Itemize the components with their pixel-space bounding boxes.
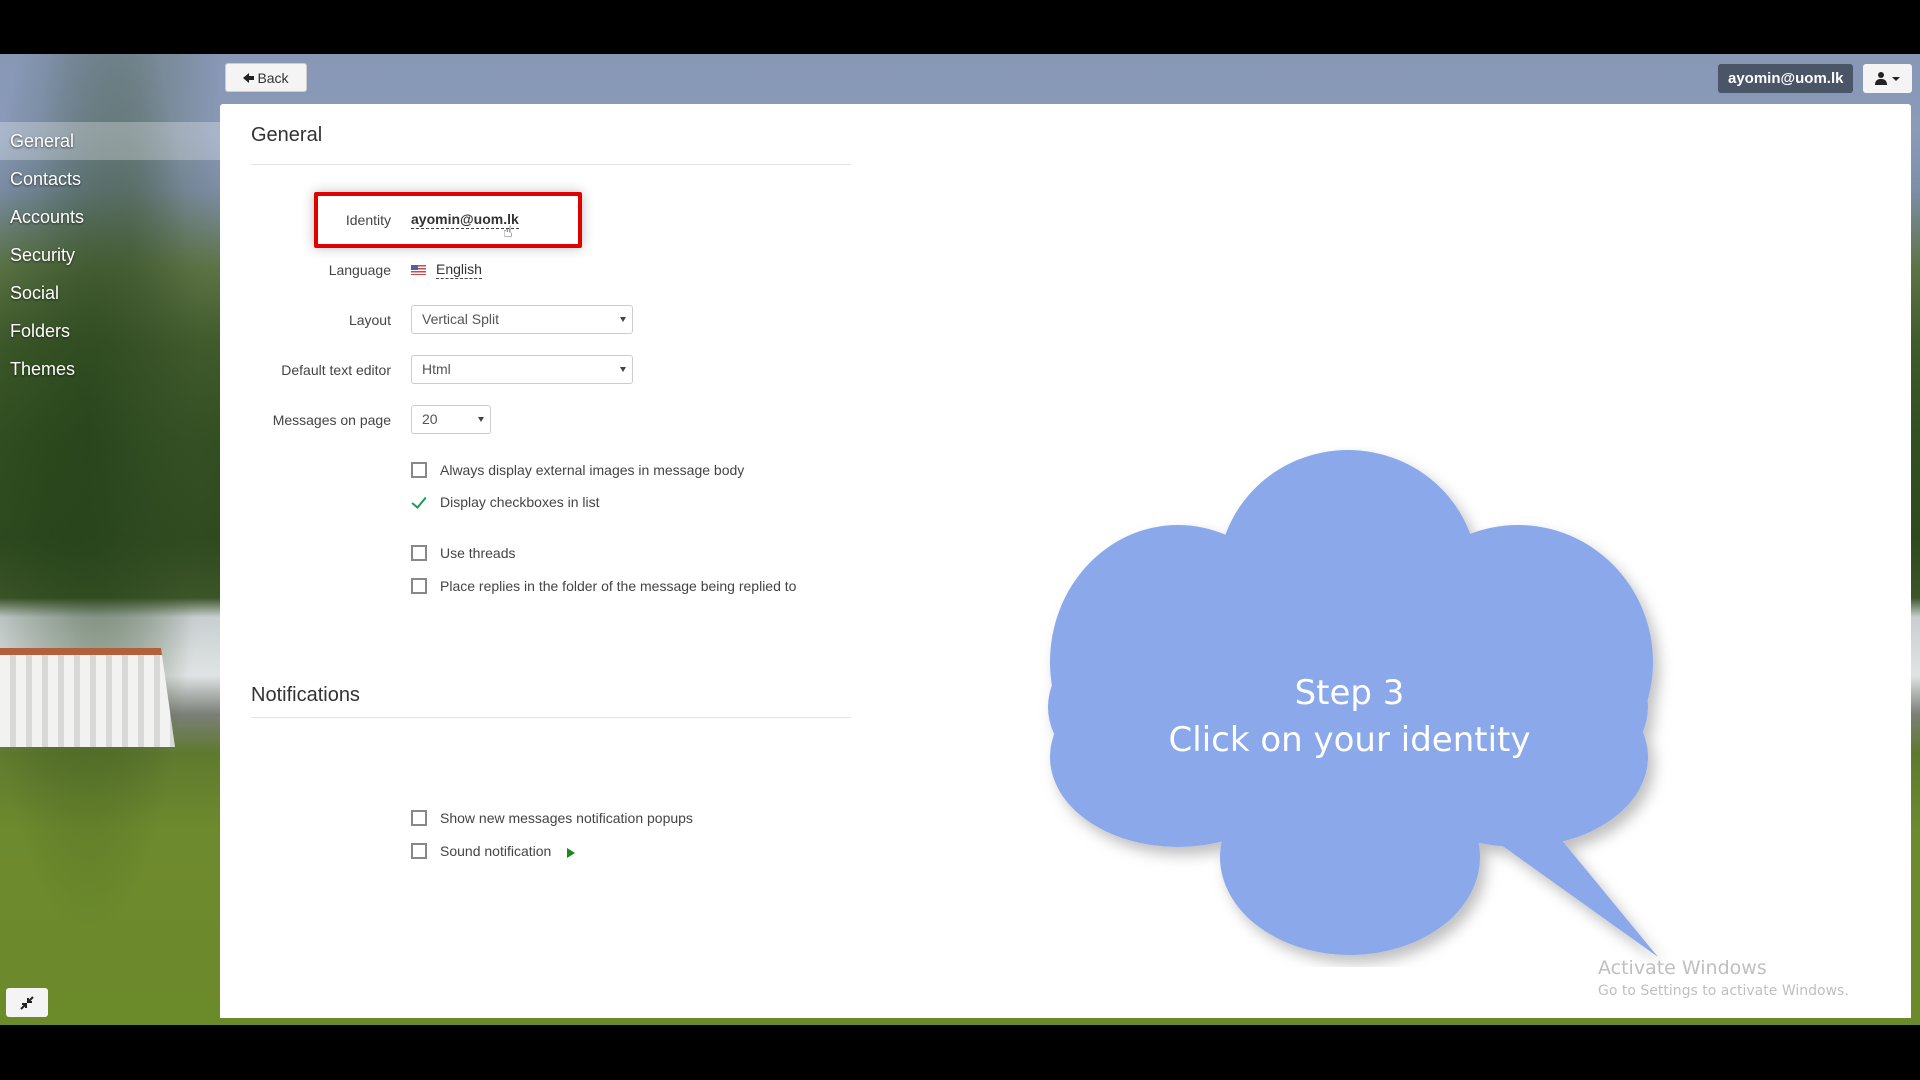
- checkmark-icon[interactable]: [411, 494, 427, 510]
- hand-cursor-icon: ☝: [503, 224, 513, 241]
- notifications-section-title: Notifications: [251, 684, 360, 706]
- option-label: Always display external images in messag…: [440, 462, 745, 478]
- sidebar-item-themes[interactable]: Themes: [0, 350, 220, 388]
- sidebar-item-contacts[interactable]: Contacts: [0, 160, 220, 198]
- sidebar-item-folders[interactable]: Folders: [0, 312, 220, 350]
- user-email-badge[interactable]: ayomin@uom.lk: [1718, 64, 1854, 93]
- messages-per-page-select[interactable]: 20: [411, 405, 491, 434]
- sidebar-item-general[interactable]: General: [0, 122, 220, 160]
- messages-per-page-label: Messages on page: [272, 412, 391, 428]
- tutorial-callout: Step 3 Click on your identity: [1038, 447, 1698, 967]
- collapse-arrows-icon: [20, 995, 34, 1010]
- windows-activation-watermark: Activate Windows Go to Settings to activ…: [1598, 957, 1849, 999]
- background-roof: [0, 648, 175, 747]
- checkbox-unchecked[interactable]: [411, 843, 427, 859]
- dropdown-caret-icon: [620, 367, 626, 372]
- back-button[interactable]: Back: [225, 63, 307, 92]
- arrow-left-icon: [243, 72, 255, 83]
- sidebar-item-social[interactable]: Social: [0, 274, 220, 312]
- sidebar-item-security[interactable]: Security: [0, 236, 220, 274]
- layout-label: Layout: [348, 312, 391, 328]
- option-display-checkboxes[interactable]: Display checkboxes in list: [411, 494, 600, 510]
- option-sound-notification[interactable]: Sound notification: [411, 843, 576, 859]
- option-label: Use threads: [440, 545, 516, 561]
- option-external-images[interactable]: Always display external images in messag…: [411, 462, 744, 478]
- language-selector[interactable]: English: [411, 261, 482, 279]
- checkbox-unchecked[interactable]: [411, 545, 427, 561]
- dropdown-caret-icon: [478, 417, 484, 422]
- app-viewport: General Contacts Accounts Security Socia…: [0, 54, 1920, 1025]
- user-icon: [1875, 72, 1887, 85]
- option-notification-popups[interactable]: Show new messages notification popups: [411, 810, 693, 826]
- checkbox-unchecked[interactable]: [411, 462, 427, 478]
- callout-instruction: Click on your identity: [1168, 720, 1531, 760]
- messages-per-page-value: 20: [422, 411, 438, 427]
- option-label: Display checkboxes in list: [440, 494, 600, 510]
- settings-sidebar: General Contacts Accounts Security Socia…: [0, 122, 220, 388]
- language-label: Language: [328, 262, 391, 278]
- identity-label: Identity: [345, 212, 391, 228]
- option-label: Show new messages notification popups: [440, 810, 693, 826]
- callout-step: Step 3: [1294, 673, 1405, 713]
- watermark-title: Activate Windows: [1598, 957, 1767, 979]
- checkbox-unchecked[interactable]: [411, 810, 427, 826]
- layout-select[interactable]: Vertical Split: [411, 305, 633, 334]
- collapse-button[interactable]: [6, 988, 48, 1017]
- watermark-subtitle: Go to Settings to activate Windows.: [1598, 983, 1849, 999]
- option-label: Sound notification: [440, 843, 552, 859]
- sidebar-item-accounts[interactable]: Accounts: [0, 198, 220, 236]
- language-link[interactable]: English: [436, 261, 482, 279]
- back-button-label: Back: [257, 69, 289, 86]
- editor-select-value: Html: [422, 361, 451, 377]
- editor-select[interactable]: Html: [411, 355, 633, 384]
- user-menu-button[interactable]: [1863, 64, 1912, 93]
- checkbox-unchecked[interactable]: [411, 578, 427, 594]
- play-sound-icon[interactable]: [567, 848, 576, 858]
- general-section-divider: [251, 164, 851, 165]
- option-place-replies[interactable]: Place replies in the folder of the messa…: [411, 578, 796, 594]
- layout-select-value: Vertical Split: [422, 311, 500, 327]
- us-flag-icon: [411, 265, 426, 275]
- callout-text: Step 3 Click on your identity: [1038, 670, 1661, 764]
- option-label: Place replies in the folder of the messa…: [440, 578, 797, 594]
- dropdown-caret-icon: [620, 317, 626, 322]
- settings-panel: General Identity ayomin@uom.lk ☝ Languag…: [220, 104, 1911, 1018]
- option-use-threads[interactable]: Use threads: [411, 545, 515, 561]
- editor-label: Default text editor: [281, 362, 391, 378]
- chevron-down-icon: [1892, 76, 1900, 81]
- general-section-title: General: [251, 124, 323, 146]
- notifications-section-divider: [251, 717, 851, 718]
